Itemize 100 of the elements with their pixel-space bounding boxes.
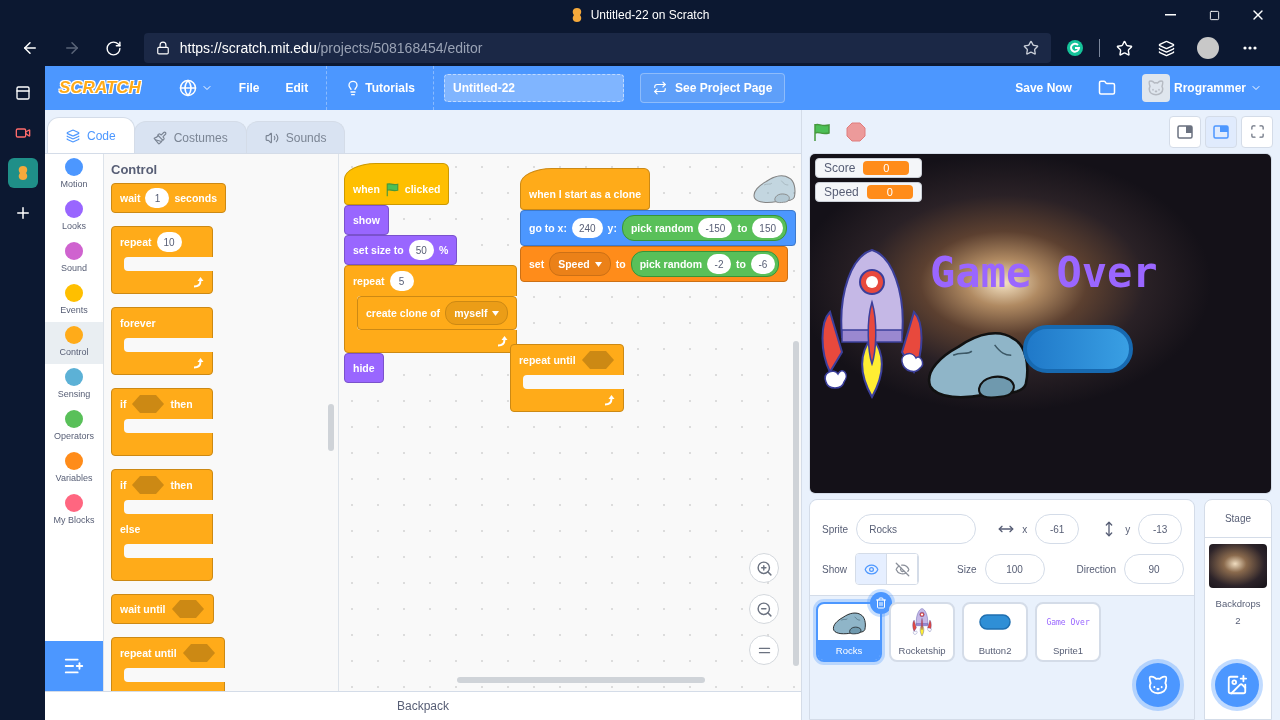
game-over-text: Game Over [930,252,1158,294]
code-tab-icon [66,128,80,143]
number-input[interactable]: 1 [145,188,170,208]
star-icon [1115,39,1133,57]
globe-icon [178,79,197,97]
number-input[interactable]: 50 [408,240,434,260]
category-item[interactable]: Sensing [45,364,103,406]
scrollbar[interactable] [793,341,800,666]
sprite-thumbnail-text: Game Over [1046,617,1090,627]
zoom-out-button[interactable] [749,594,780,624]
avatar-icon [1141,74,1170,102]
window-icon [14,85,31,101]
add-extension-button[interactable] [45,641,103,691]
avatar-icon [1197,37,1220,59]
cat-icon [1147,674,1169,696]
sprite-tile[interactable]: Button2 [962,602,1029,662]
add-backdrop-button[interactable] [1215,663,1259,707]
sprite-name-field[interactable]: Rocks [856,514,977,544]
reporter-block[interactable]: pick random -2 to -6 [630,251,779,277]
app-button[interactable] [7,158,38,188]
minimize-icon [1164,14,1176,16]
loop-arrow-icon [192,357,204,369]
code-block[interactable]: go to x: 240 y: pick random -150 to 150 [520,210,796,246]
stage-size-button[interactable] [1205,115,1237,148]
backdrops-label: Backdrops [1215,598,1261,609]
reload-icon [105,39,123,57]
speaker-icon [264,130,279,145]
normal-stage-icon [1213,124,1229,139]
category-item[interactable]: Variables [45,448,103,490]
stage-size-button[interactable] [1169,115,1201,148]
number-input[interactable]: 5 [389,271,414,291]
scrollbar[interactable] [328,404,334,451]
lock-icon [155,41,170,55]
favorite-icon[interactable] [1023,40,1040,56]
collections-icon [1157,39,1175,57]
category-item[interactable]: Motion [45,154,103,196]
number-input[interactable]: 10 [156,232,182,252]
number-input[interactable]: 240 [571,218,603,238]
image-plus-icon [1226,674,1248,696]
share-icon [653,81,667,95]
address-field[interactable]: https://scratch.mit.edu/projects/508168454/editor [143,33,1052,63]
small-stage-icon [1177,124,1193,139]
zoom-in-button[interactable] [749,553,780,583]
stop-button[interactable] [846,121,867,142]
caret-icon [594,261,602,267]
category-item[interactable]: Looks [45,196,103,238]
rock-icon [751,172,797,204]
sprite-tile[interactable]: Game Over Sprite1 [1035,602,1102,662]
number-input[interactable]: 150 [752,218,783,238]
field-label: Size [957,563,977,575]
y-field[interactable]: -13 [1138,514,1183,544]
reset-zoom-button[interactable] [749,635,780,665]
show-button[interactable] [856,554,888,584]
category-item[interactable]: Sound [45,238,103,280]
fullscreen-button[interactable] [1241,115,1273,148]
number-input[interactable]: -2 [707,254,732,274]
palette-heading: Control [110,161,159,179]
code-block[interactable]: hide [344,353,384,383]
flag-button[interactable] [812,121,833,142]
c-block[interactable]: repeat 5 create clone of myself [344,265,518,353]
stage-panel-title: Stage [1205,500,1271,538]
eye-icon [863,561,879,577]
field-label: Show [822,563,848,575]
category-item[interactable]: My Blocks [45,490,103,532]
x-field[interactable]: -61 [1035,514,1080,544]
category-item[interactable]: Operators [45,406,103,448]
size-field[interactable]: 100 [984,554,1045,584]
sprite-tile[interactable]: Rocketship [889,602,956,662]
direction-field[interactable]: 90 [1124,554,1184,584]
add-sprite-button[interactable] [1136,663,1180,707]
category-item[interactable]: Events [45,280,103,322]
backpack-bar[interactable]: Backpack [45,691,802,720]
app-icon [16,165,29,181]
monitor-value: 0 [863,161,910,175]
rock-drawing [831,609,868,635]
restore-icon [1208,9,1220,21]
backdrops-count: 2 [1235,615,1241,626]
code-block[interactable]: set size to 50 % [344,235,458,265]
zoom-in-icon [755,559,773,577]
field-label: y [1125,523,1131,535]
more-icon [1243,46,1258,50]
rocket-drawing [911,607,934,637]
extension-icon [1066,39,1085,57]
reporter-block[interactable]: pick random -150 to 150 [621,215,787,241]
folder-icon [1097,79,1116,97]
loop-arrow-icon [602,394,615,406]
trash-icon [875,597,888,609]
number-input[interactable]: -150 [698,218,733,238]
fullscreen-icon [1249,124,1265,139]
c-block[interactable]: repeat 10 [111,226,213,294]
backdrop-thumbnail[interactable] [1209,544,1267,588]
code-block[interactable]: set Speed to pick random -2 to -6 [520,246,788,282]
code-block[interactable]: wait 1 seconds [111,183,227,213]
loop-arrow-icon [496,335,509,347]
number-input[interactable]: -6 [751,254,775,274]
category-item[interactable]: Control [45,322,103,364]
monitor-label: Speed [824,185,859,199]
scrollbar[interactable] [457,677,705,683]
zoom-out-icon [755,600,773,618]
code-block[interactable]: show [344,205,389,235]
